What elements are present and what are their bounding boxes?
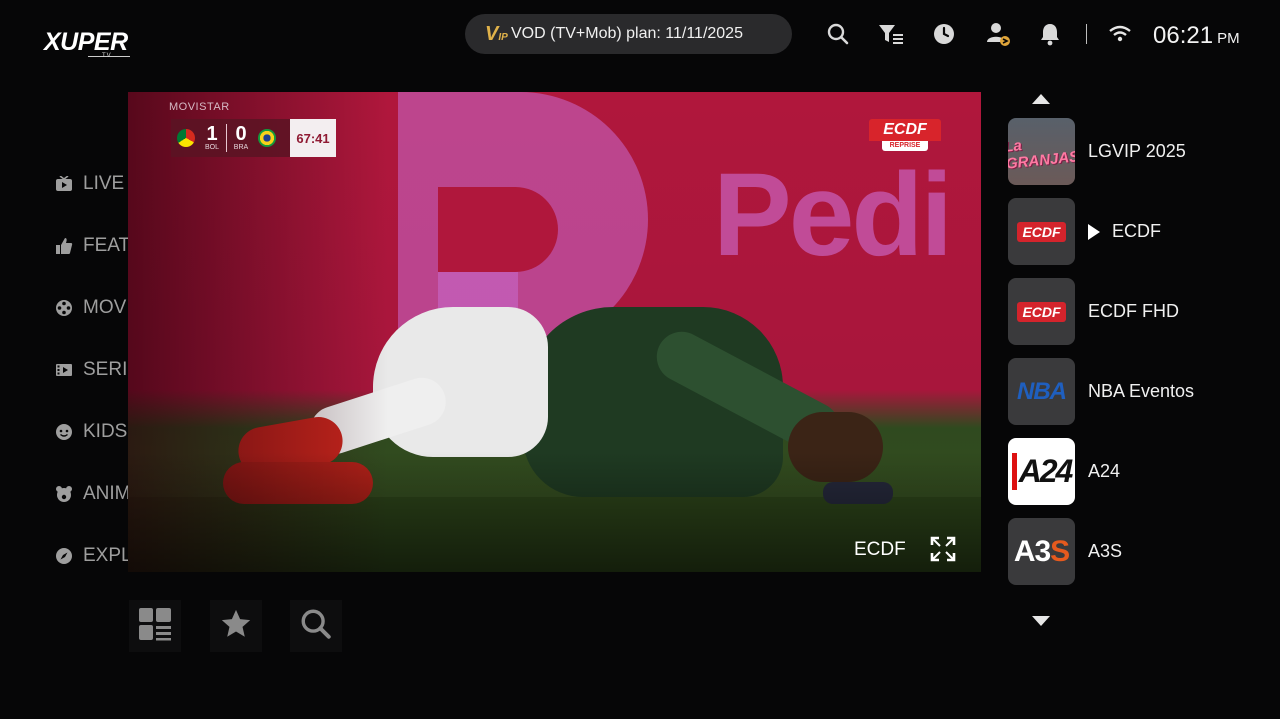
channel-logo: A3S <box>1008 518 1075 585</box>
search-icon <box>299 607 333 646</box>
channel-logo-text: NBA <box>1017 377 1067 405</box>
star-icon <box>219 607 253 646</box>
account-switch-icon[interactable] <box>984 20 1012 48</box>
series-icon <box>55 361 73 379</box>
away-score: 0 <box>235 122 247 145</box>
channel-name: A24 <box>1088 461 1120 482</box>
bell-icon[interactable] <box>1036 20 1064 48</box>
channel-name: ECDF FHD <box>1088 301 1179 322</box>
channel-logo: La GRANJAS <box>1008 118 1075 185</box>
channel-name-text: LGVIP 2025 <box>1088 141 1186 161</box>
watermark-title: ECDF <box>869 119 941 141</box>
player-figure <box>373 307 548 457</box>
kid-face-icon <box>55 423 73 441</box>
channel-logo: NBA <box>1008 358 1075 425</box>
channel-logo: ECDF <box>1008 278 1075 345</box>
app-logo: XUPER TV <box>44 26 136 66</box>
channel-logo: ECDF <box>1008 198 1075 265</box>
channel-name-text: NBA Eventos <box>1088 381 1195 401</box>
nav-label: LIVE <box>83 173 125 194</box>
channel-logo-text: ECDF <box>1017 221 1066 242</box>
search-button[interactable] <box>290 600 342 652</box>
channel-name: LGVIP 2025 <box>1088 141 1186 162</box>
favorites-button[interactable] <box>210 600 262 652</box>
bolivia-flag-icon <box>177 129 195 147</box>
score-divider <box>226 124 227 152</box>
channel-name: NBA Eventos <box>1088 381 1194 402</box>
broadcaster-label: MOVISTAR <box>169 101 230 113</box>
header-divider <box>1086 24 1087 44</box>
channel-watermark: ECDF REPRISE <box>869 119 941 153</box>
plan-badge[interactable]: VIP VOD (TV+Mob) plan: 11/11/2025 <box>465 14 792 54</box>
channel-logo-text: ECDF <box>1017 301 1066 322</box>
channel-item[interactable]: La GRANJAS LGVIP 2025 <box>1008 118 1268 185</box>
channel-item[interactable]: ECDF ECDF FHD <box>1008 278 1268 345</box>
channel-item[interactable]: NBA NBA Eventos <box>1008 358 1268 425</box>
logo-text-main: A3 <box>1013 534 1051 568</box>
home-score: 1 <box>206 122 218 145</box>
clock-ampm: PM <box>1217 30 1240 47</box>
channel-name-text: A3S <box>1088 541 1123 561</box>
bear-icon <box>55 485 73 503</box>
plan-text: VOD (TV+Mob) plan: 11/11/2025 <box>511 25 743 42</box>
away-team-code: BRA <box>233 143 249 151</box>
wifi-icon <box>1106 20 1134 48</box>
film-reel-icon <box>55 299 73 317</box>
channel-name: ECDF <box>1088 221 1161 242</box>
thumbs-up-icon <box>55 237 73 255</box>
scoreboard: 1 BOL 0 BRA 67:41 <box>171 119 336 157</box>
home-team-code: BOL <box>204 143 219 151</box>
channel-name-text: ECDF FHD <box>1088 301 1179 321</box>
tv-icon <box>55 175 73 193</box>
logo-text: XUPER <box>44 28 128 56</box>
video-player[interactable]: Pedi MOVISTAR 1 BOL 0 BRA 67:41 ECDF REP… <box>128 92 981 572</box>
search-icon[interactable] <box>824 20 852 48</box>
fullscreen-icon[interactable] <box>930 536 956 562</box>
match-clock: 67:41 <box>290 119 336 157</box>
home-team: 1 BOL <box>201 122 223 152</box>
away-team: 0 BRA <box>230 122 252 152</box>
channel-item[interactable]: A3S A3S <box>1008 518 1268 585</box>
nav-item-kids[interactable]: KIDS <box>55 417 127 447</box>
scroll-down-arrow-icon[interactable] <box>1032 616 1050 626</box>
compass-icon <box>55 547 73 565</box>
channel-logo-text: A24 <box>1011 453 1073 490</box>
filter-list-icon[interactable] <box>877 20 905 48</box>
grid-layout-button[interactable] <box>129 600 181 652</box>
nav-item-live[interactable]: LIVE <box>55 169 124 199</box>
system-clock: 06:21 PM <box>1153 22 1240 50</box>
scroll-up-arrow-icon[interactable] <box>1032 94 1050 104</box>
logo-text-accent: S <box>1050 534 1070 568</box>
channel-name-text: ECDF <box>1112 221 1161 241</box>
watermark-subtitle: REPRISE <box>882 141 928 151</box>
channel-item[interactable]: A24 A24 <box>1008 438 1268 505</box>
channel-name-text: A24 <box>1088 461 1121 481</box>
play-icon <box>1088 223 1100 240</box>
current-channel-name: ECDF <box>854 539 906 560</box>
clock-time: 06:21 <box>1153 22 1214 49</box>
channel-logo-text: A3S <box>1013 534 1070 569</box>
background-sign-shape <box>438 187 558 272</box>
grid-layout-icon <box>138 607 172 646</box>
channel-logo: A24 <box>1008 438 1075 505</box>
channel-item-active[interactable]: ECDF ECDF <box>1008 198 1268 265</box>
nav-label: KIDS <box>83 421 128 442</box>
brazil-flag-icon <box>258 129 276 147</box>
channel-name: A3S <box>1088 541 1122 562</box>
background-sign-text: Pedi <box>713 149 953 281</box>
channel-logo-text: La GRANJAS <box>1008 136 1075 173</box>
history-clock-icon[interactable] <box>930 20 958 48</box>
logo-subtext: TV <box>102 53 112 59</box>
vip-icon: VIP <box>485 22 508 45</box>
